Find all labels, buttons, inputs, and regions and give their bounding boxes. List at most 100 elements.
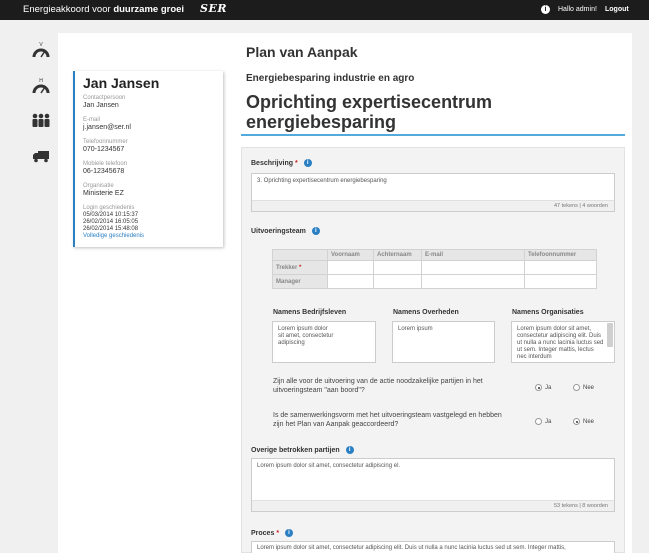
radio-label: Nee xyxy=(583,419,595,426)
login-history-label: Login geschiedenis xyxy=(83,205,135,211)
help-icon[interactable]: i xyxy=(303,159,312,167)
mobile-value: 06-12345678 xyxy=(83,168,125,175)
scrollbar[interactable] xyxy=(607,323,613,347)
phone-label: Telefoonnummer xyxy=(83,139,128,145)
ser-logo[interactable]: SER xyxy=(200,2,227,15)
radio-label: Nee xyxy=(583,385,595,392)
uitvoeringsteam-label-text: Uitvoeringsteam xyxy=(251,227,306,235)
telefoon-cell[interactable] xyxy=(524,260,597,275)
radio-label: Ja xyxy=(545,385,552,392)
beschrijving-value: 3. Oprichting expertisecentrum energiebe… xyxy=(257,178,387,184)
overige-label-text: Overige betrokken partijen xyxy=(251,446,340,454)
required-mark: * xyxy=(294,159,298,167)
title-divider xyxy=(241,134,625,136)
table-header: Achternaam xyxy=(373,249,422,261)
proces-label: Proces * i xyxy=(251,529,293,537)
required-mark: * xyxy=(276,529,280,537)
voornaam-cell[interactable] xyxy=(327,260,374,275)
overige-textarea[interactable]: Lorem ipsum dolor sit amet, consectetur … xyxy=(251,458,615,512)
namens-overheden-label: Namens Overheden xyxy=(393,309,459,316)
row-header-trekker: Trekker * xyxy=(272,260,328,275)
contact-label: Contactpersoon xyxy=(83,95,126,101)
radio-dot xyxy=(535,384,542,391)
brand-plain: Energieakkoord voor xyxy=(23,4,111,15)
top-bar: Energieakkoord voor duurzame groei SER i… xyxy=(0,0,649,20)
overige-value: Lorem ipsum dolor sit amet, consectetur … xyxy=(257,463,401,469)
gauge-h-letter: H xyxy=(39,78,43,84)
gauge-h-icon[interactable]: H xyxy=(31,76,51,96)
question-aan-boord: Zijn alle voor de uitvoering van de acti… xyxy=(273,378,483,394)
team-table: Voornaam Achternaam E-mail Telefoonnumme… xyxy=(272,249,597,289)
info-icon[interactable]: i xyxy=(541,5,550,14)
admin-greeting-link[interactable]: Hallo admin! xyxy=(558,6,597,13)
gauge-v-letter: V xyxy=(39,42,43,48)
brand-title[interactable]: Energieakkoord voor duurzame groei xyxy=(23,4,184,15)
org-label: Organisatie xyxy=(83,183,114,189)
namens-bedrijfsleven-value: Lorem ipsum dolor sit amet, consectetur … xyxy=(278,326,334,346)
table-row: Manager xyxy=(272,274,597,289)
people-icon[interactable] xyxy=(31,111,51,131)
achternaam-cell[interactable] xyxy=(373,260,422,275)
logout-link[interactable]: Logout xyxy=(605,6,629,13)
voornaam-cell[interactable] xyxy=(327,274,374,289)
login-entry: 26/02/2014 15:48:08 xyxy=(83,226,139,232)
beschrijving-label: Beschrijving * i xyxy=(251,159,312,167)
radio-dot xyxy=(573,418,580,425)
person-card: Jan Jansen Contactpersoon Jan Jansen E-m… xyxy=(73,71,223,247)
email-value[interactable]: j.jansen@ser.nl xyxy=(83,124,215,132)
login-entry: 26/02/2014 16:05:05 xyxy=(83,219,139,225)
truck-icon[interactable] xyxy=(31,146,51,166)
action-title: Oprichting expertisecentrum energiebespa… xyxy=(246,92,493,132)
proces-label-text: Proces xyxy=(251,529,275,537)
table-header xyxy=(272,249,328,261)
beschrijving-label-text: Beschrijving xyxy=(251,159,294,167)
radio-label: Ja xyxy=(545,419,552,426)
login-entry: 05/03/2014 10:15:37 xyxy=(83,212,139,218)
radio-dot xyxy=(535,418,542,425)
required-mark: * xyxy=(299,264,302,271)
brand-bold: duurzame groei xyxy=(113,4,185,15)
radio-q1-nee[interactable]: Nee xyxy=(573,384,594,391)
proces-value: Lorem ipsum dolor sit amet, consectetur … xyxy=(257,545,566,551)
contact-value: Jan Jansen xyxy=(83,102,119,109)
telefoon-cell[interactable] xyxy=(524,274,597,289)
namens-overheden-value: Lorem ipsum xyxy=(398,326,433,332)
beschrijving-textarea[interactable]: 3. Oprichting expertisecentrum energiebe… xyxy=(251,173,615,212)
row-header-trekker-text: Trekker xyxy=(276,264,298,271)
radio-q2-ja[interactable]: Ja xyxy=(535,418,551,425)
radio-dot xyxy=(573,384,580,391)
radio-q2-nee[interactable]: Nee xyxy=(573,418,594,425)
table-header: E-mail xyxy=(421,249,525,261)
email-label: E-mail xyxy=(83,117,101,123)
radio-q1-ja[interactable]: Ja xyxy=(535,384,551,391)
email-cell[interactable] xyxy=(421,260,525,275)
help-icon[interactable]: i xyxy=(311,227,320,235)
mobile-label: Mobiele telefoon xyxy=(83,161,128,167)
table-row: Trekker * xyxy=(272,260,597,275)
namens-organisaties-textarea[interactable]: Lorem ipsum dolor sit amet, consectetur … xyxy=(511,321,615,363)
table-header: Voornaam xyxy=(327,249,374,261)
help-icon[interactable]: i xyxy=(345,446,354,454)
row-header-manager: Manager xyxy=(272,274,328,289)
full-history-link[interactable]: Volledige geschiedenis xyxy=(83,233,215,240)
org-value: Ministerie EZ xyxy=(83,190,124,197)
overige-label: Overige betrokken partijen i xyxy=(251,446,354,454)
achternaam-cell[interactable] xyxy=(373,274,422,289)
overige-counter: 53 tekens | 8 woorden xyxy=(252,500,614,511)
uitvoeringsteam-label: Uitvoeringsteam i xyxy=(251,227,320,235)
namens-organisaties-value: Lorem ipsum dolor sit amet, consectetur … xyxy=(517,326,604,360)
proces-textarea[interactable]: Lorem ipsum dolor sit amet, consectetur … xyxy=(251,541,615,553)
question-samenwerking: Is de samenwerkingsvorm met het uitvoeri… xyxy=(273,412,502,428)
person-name: Jan Jansen xyxy=(83,75,160,91)
namens-overheden-textarea[interactable]: Lorem ipsum xyxy=(392,321,495,363)
table-header-row: Voornaam Achternaam E-mail Telefoonnumme… xyxy=(272,249,597,261)
gauge-v-icon[interactable]: V xyxy=(31,40,51,60)
namens-bedrijfsleven-textarea[interactable]: Lorem ipsum dolor sit amet, consectetur … xyxy=(272,321,376,363)
page-title: Plan van Aanpak xyxy=(246,44,358,60)
page-subtitle: Energiebesparing industrie en agro xyxy=(246,73,415,84)
email-cell[interactable] xyxy=(421,274,525,289)
namens-organisaties-label: Namens Organisaties xyxy=(512,309,584,316)
namens-bedrijfsleven-label: Namens Bedrijfsleven xyxy=(273,309,347,316)
help-icon[interactable]: i xyxy=(285,529,293,537)
table-header: Telefoonnummer xyxy=(524,249,597,261)
